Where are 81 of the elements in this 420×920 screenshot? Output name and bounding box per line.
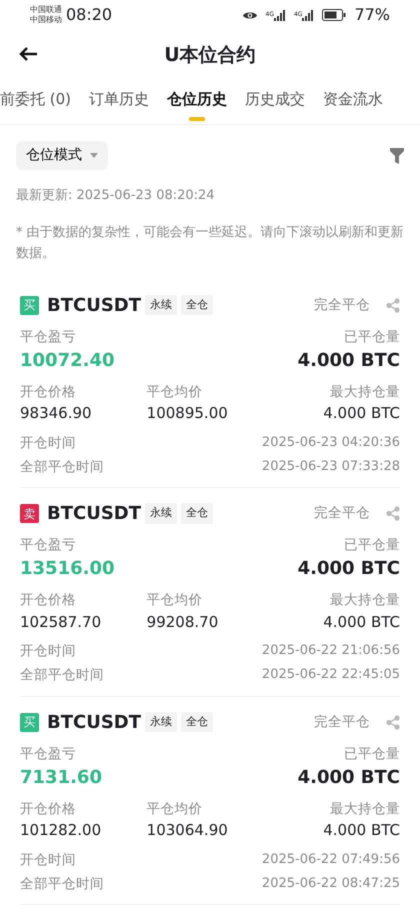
field-label: 已平仓量	[344, 536, 400, 555]
field-label: 最大持仓量	[330, 382, 400, 402]
field-label: 开仓时间	[20, 434, 76, 452]
field-label: 平仓盈亏	[20, 744, 77, 764]
share-icon[interactable]	[386, 298, 400, 312]
timestamp: 2025-06-22 07:49:56	[262, 850, 400, 868]
field-label: 平仓盈亏	[20, 536, 77, 555]
close-status: 完全平仓	[314, 296, 370, 315]
field-value: 4.000 BTC	[298, 557, 400, 582]
caret-icon	[90, 153, 98, 158]
field-value: 4.000 BTC	[298, 766, 400, 790]
contract-tag: 全仓	[181, 712, 214, 732]
tab-indicator	[189, 116, 206, 120]
symbol-name: BTCUSDT	[47, 294, 142, 318]
position-mode-dropdown[interactable]: 仓位模式	[16, 141, 108, 170]
timestamp: 2025-06-23 04:20:36	[262, 434, 400, 452]
field-value: 100895.00	[146, 403, 228, 424]
field-label: 开仓价格	[20, 382, 76, 402]
battery-icon	[322, 9, 346, 21]
field-value: 101282.00	[20, 820, 102, 841]
field-value: 4.000 BTC	[323, 820, 400, 841]
tab[interactable]: 资金流水	[323, 88, 384, 118]
symbol-name: BTCUSDT	[47, 502, 142, 526]
field-label: 已平仓量	[344, 744, 400, 764]
close-status: 完全平仓	[314, 504, 370, 524]
field-label: 全部平仓时间	[20, 874, 104, 894]
field-value: 4.000 BTC	[323, 612, 400, 632]
contract-tag: 永续	[145, 294, 178, 316]
signal-icon	[302, 10, 314, 20]
contract-tag: 永续	[145, 712, 178, 732]
pnl-value: 10072.40	[20, 348, 115, 373]
field-label: 已平仓量	[344, 328, 400, 346]
tab[interactable]: 历史成交	[245, 88, 306, 118]
field-label: 全部平仓时间	[20, 458, 104, 477]
field-label: 平仓均价	[146, 591, 203, 610]
field-value: 98346.90	[20, 403, 92, 424]
carrier-name: 中国联通	[30, 5, 62, 15]
field-label: 全部平仓时间	[20, 666, 104, 686]
field-value: 103064.90	[146, 820, 228, 841]
back-icon[interactable]	[18, 46, 38, 62]
page-title: U本位合约	[164, 42, 256, 68]
battery-percent: 77%	[354, 4, 390, 26]
symbol-name: BTCUSDT	[47, 710, 142, 734]
field-value: 102587.70	[20, 612, 102, 632]
pnl-value: 13516.00	[20, 557, 115, 582]
timestamp: 2025-06-22 22:45:05	[262, 666, 400, 684]
eye-icon	[242, 10, 258, 20]
field-label: 平仓盈亏	[20, 328, 77, 346]
contract-tag: 全仓	[181, 503, 214, 524]
side-badge: 卖	[20, 504, 39, 523]
side-badge: 买	[20, 712, 39, 732]
share-icon[interactable]	[386, 714, 400, 730]
field-label: 开仓时间	[20, 850, 76, 870]
timestamp: 2025-06-22 21:06:56	[262, 642, 400, 660]
side-badge: 买	[20, 296, 39, 314]
field-value: 4.000 BTC	[298, 348, 400, 373]
field-value: 99208.70	[146, 612, 218, 632]
tab[interactable]: 订单历史	[89, 88, 150, 118]
field-value: 4.000 BTC	[323, 403, 400, 424]
field-label: 开仓价格	[20, 800, 76, 819]
field-label: 平仓均价	[146, 800, 203, 819]
close-status: 完全平仓	[314, 712, 370, 732]
tab[interactable]: 仓位历史	[167, 88, 228, 124]
signal-icon	[274, 10, 286, 20]
last-update-text: 最新更新: 2025-06-23 08:20:24	[15, 187, 216, 205]
field-label: 平仓均价	[146, 382, 203, 402]
field-label: 开仓时间	[20, 642, 76, 661]
field-label: 最大持仓量	[330, 591, 400, 610]
tab[interactable]: 前委托 (0)	[0, 88, 72, 118]
field-label: 开仓价格	[20, 591, 76, 610]
notice-text: * 由于数据的复杂性，可能会有一些延迟。请向下滚动以刷新和更新数据。	[15, 224, 405, 262]
timestamp: 2025-06-23 07:33:28	[262, 458, 400, 476]
field-label: 最大持仓量	[330, 800, 400, 819]
filter-icon[interactable]	[390, 148, 404, 164]
pnl-value: 7131.60	[20, 766, 102, 790]
contract-tag: 永续	[145, 503, 178, 524]
clock: 08:20	[66, 4, 112, 26]
contract-tag: 全仓	[181, 294, 214, 316]
carrier-name: 中国移动	[30, 15, 62, 25]
share-icon[interactable]	[386, 506, 400, 521]
timestamp: 2025-06-22 08:47:25	[262, 874, 400, 893]
